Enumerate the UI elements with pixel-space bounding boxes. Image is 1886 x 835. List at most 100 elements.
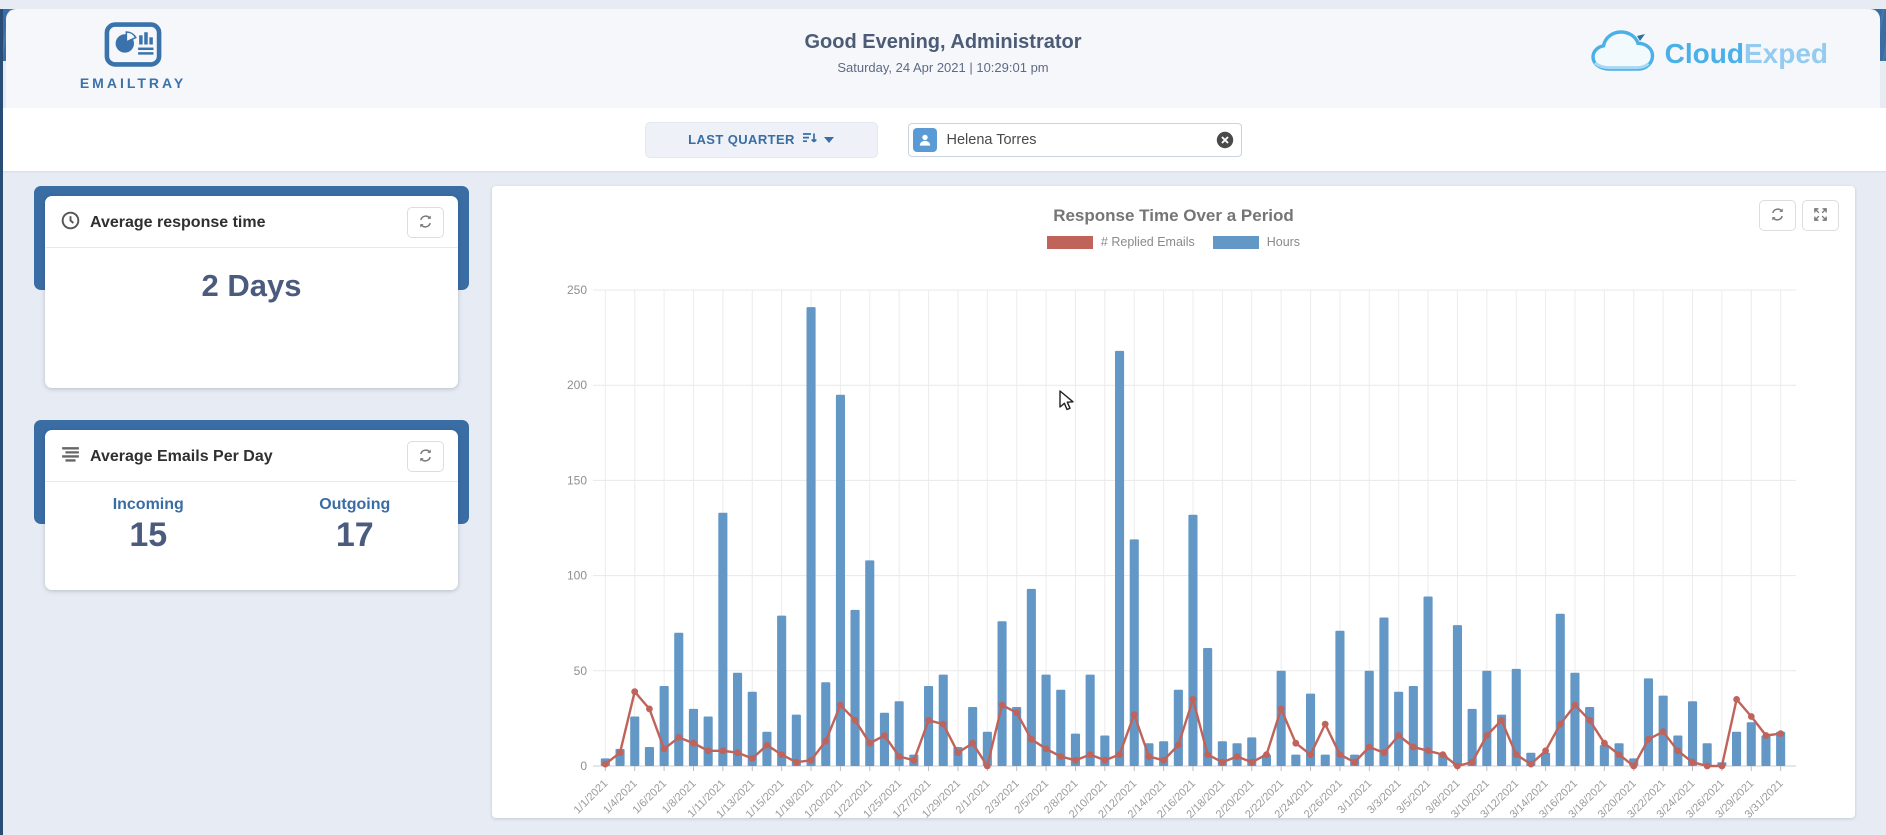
line-point[interactable] <box>1013 709 1021 717</box>
line-point[interactable] <box>1498 716 1505 724</box>
line-point[interactable] <box>1439 751 1447 758</box>
line-point[interactable] <box>1777 730 1785 737</box>
bar[interactable] <box>1482 670 1492 766</box>
line-point[interactable] <box>1263 751 1270 758</box>
bar[interactable] <box>1379 617 1389 767</box>
line-point[interactable] <box>1057 753 1065 760</box>
line-point[interactable] <box>895 753 903 760</box>
bar[interactable] <box>1732 731 1742 766</box>
line-point[interactable] <box>763 741 771 749</box>
line-point[interactable] <box>1336 751 1344 758</box>
line-point[interactable] <box>969 739 976 747</box>
line-point[interactable] <box>1351 758 1358 766</box>
line-point[interactable] <box>954 749 962 757</box>
bar[interactable] <box>1688 701 1698 766</box>
response-time-chart[interactable]: 0501001502002501/1/20211/4/20211/6/20211… <box>508 254 1839 818</box>
bar[interactable] <box>1599 745 1609 766</box>
line-point[interactable] <box>1365 743 1373 751</box>
line-point[interactable] <box>1189 696 1197 703</box>
line-point[interactable] <box>1659 728 1667 736</box>
bar[interactable] <box>1115 350 1125 766</box>
line-point[interactable] <box>1454 762 1461 770</box>
bar[interactable] <box>865 560 875 766</box>
bar[interactable] <box>938 674 948 766</box>
line-point[interactable] <box>1703 762 1711 770</box>
bar[interactable] <box>968 707 978 766</box>
line-point[interactable] <box>1527 760 1535 768</box>
line-point[interactable] <box>1542 747 1549 755</box>
bar[interactable] <box>1188 514 1198 766</box>
line-point[interactable] <box>690 739 697 747</box>
bar[interactable] <box>1746 722 1756 766</box>
line-point[interactable] <box>1395 732 1403 739</box>
line-point[interactable] <box>1689 758 1696 766</box>
line-point[interactable] <box>646 705 653 713</box>
bar[interactable] <box>821 682 831 766</box>
line-point[interactable] <box>1116 751 1123 758</box>
line-point[interactable] <box>1307 751 1314 758</box>
line-point[interactable] <box>983 762 991 770</box>
clear-search-button[interactable] <box>1216 131 1234 149</box>
bar[interactable] <box>1394 691 1404 766</box>
bar[interactable] <box>1129 539 1139 766</box>
refresh-button[interactable] <box>407 207 444 238</box>
line-point[interactable] <box>837 701 844 709</box>
line-point[interactable] <box>616 749 624 757</box>
bar[interactable] <box>659 686 669 766</box>
bar[interactable] <box>1408 686 1418 766</box>
line-point[interactable] <box>1512 751 1520 758</box>
line-point[interactable] <box>1615 751 1623 758</box>
bar[interactable] <box>1555 613 1565 766</box>
bar[interactable] <box>1203 648 1213 766</box>
line-point[interactable] <box>1630 762 1638 770</box>
line-point[interactable] <box>1233 753 1241 760</box>
line-point[interactable] <box>1101 756 1109 764</box>
line-point[interactable] <box>1674 747 1682 755</box>
bar[interactable] <box>777 615 787 766</box>
bar[interactable] <box>1761 735 1771 767</box>
bar[interactable] <box>718 512 728 766</box>
chart-fullscreen-button[interactable] <box>1802 200 1839 231</box>
line-point[interactable] <box>1556 720 1564 728</box>
bar[interactable] <box>630 716 640 767</box>
legend-item[interactable]: # Replied Emails <box>1046 232 1195 252</box>
line-point[interactable] <box>704 747 712 755</box>
line-point[interactable] <box>1042 745 1050 753</box>
line-point[interactable] <box>1219 758 1226 766</box>
line-point[interactable] <box>631 688 639 696</box>
line-point[interactable] <box>1483 732 1491 739</box>
line-point[interactable] <box>1028 735 1035 743</box>
line-point[interactable] <box>1248 758 1256 766</box>
bar[interactable] <box>806 307 816 766</box>
bar[interactable] <box>1702 743 1712 766</box>
line-point[interactable] <box>1174 741 1182 749</box>
line-point[interactable] <box>925 716 932 724</box>
line-point[interactable] <box>1645 735 1652 743</box>
line-point[interactable] <box>1468 758 1476 766</box>
bar[interactable] <box>1320 754 1330 766</box>
chart-refresh-button[interactable] <box>1759 200 1796 231</box>
line-point[interactable] <box>778 751 785 758</box>
line-point[interactable] <box>1204 751 1212 758</box>
bar[interactable] <box>1643 678 1653 766</box>
line-point[interactable] <box>601 760 609 768</box>
line-point[interactable] <box>822 737 830 745</box>
line-point[interactable] <box>866 739 874 747</box>
line-point[interactable] <box>734 749 741 757</box>
line-point[interactable] <box>1762 732 1770 739</box>
line-point[interactable] <box>1424 747 1432 755</box>
line-point[interactable] <box>910 756 918 764</box>
line-point[interactable] <box>1321 720 1329 728</box>
line-point[interactable] <box>1586 716 1594 724</box>
line-point[interactable] <box>748 755 756 762</box>
line-point[interactable] <box>1571 701 1579 709</box>
line-point[interactable] <box>881 732 888 739</box>
period-dropdown[interactable]: LAST QUARTER <box>644 121 878 158</box>
line-point[interactable] <box>792 758 800 766</box>
line-point[interactable] <box>1747 713 1755 720</box>
refresh-button[interactable] <box>407 441 444 472</box>
line-point[interactable] <box>1410 743 1417 751</box>
legend-item[interactable]: Hours <box>1212 232 1300 252</box>
line-point[interactable] <box>1160 756 1167 764</box>
bar[interactable] <box>703 716 713 767</box>
